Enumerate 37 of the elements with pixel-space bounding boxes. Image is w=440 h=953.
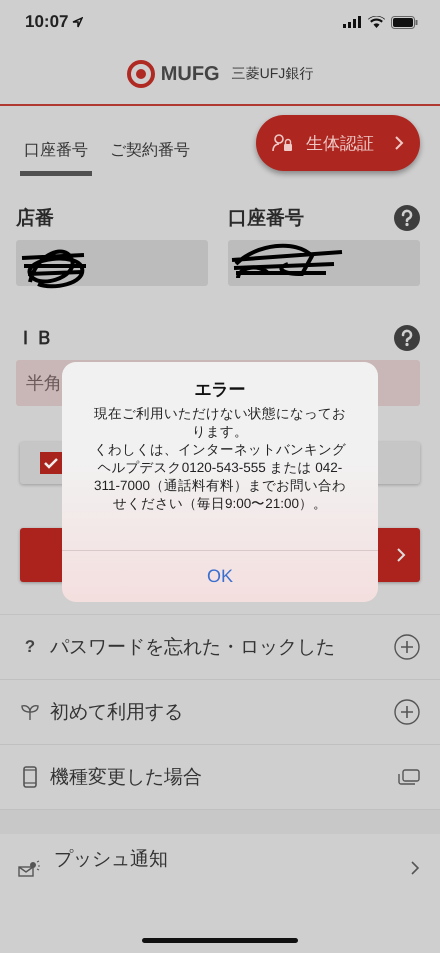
menu-label: パスワードを忘れた・ロックした <box>50 636 336 660</box>
mail-bell-icon <box>18 860 40 878</box>
ok-button[interactable]: OK <box>62 550 378 602</box>
alert-message: 現在ご利用いただけない状態になっております。 <box>93 405 347 441</box>
phone-icon <box>23 766 37 788</box>
plus-circle-icon <box>394 699 420 725</box>
logo-text: MUFG <box>160 62 220 86</box>
help-icon[interactable] <box>394 205 420 231</box>
sprout-icon <box>20 703 40 721</box>
alert-title: エラー <box>194 379 246 401</box>
field-label: ＩＢ <box>16 327 54 351</box>
help-icon[interactable] <box>394 325 420 351</box>
tab[interactable]: 口座番号 <box>20 132 92 176</box>
signal-icon <box>343 16 362 28</box>
chevron-right-icon <box>394 135 404 151</box>
tab[interactable]: ご契約番号 <box>106 132 194 176</box>
alert-message: くわしくは、インターネットバンキングヘルプデスク0120-543-555 または 042-311-7000（通話料有料）までお問い合わせください（毎日9:00〜21:00）。 <box>92 441 348 513</box>
biometric-button[interactable]: 生体認証 <box>256 115 420 171</box>
person-lock-icon <box>272 134 294 152</box>
location-arrow-icon <box>72 16 84 28</box>
chevron-right-icon <box>396 547 406 563</box>
plus-circle-icon <box>394 634 420 660</box>
field-label: 店番 <box>16 206 54 231</box>
windows-icon <box>398 769 420 785</box>
check-icon <box>44 457 58 469</box>
question-mark-icon: ? <box>24 637 36 657</box>
checkbox[interactable] <box>40 452 62 474</box>
wifi-icon <box>368 16 385 28</box>
chevron-right-icon <box>410 860 420 876</box>
menu-label: 機種変更した場合 <box>50 766 203 790</box>
menu-label: 初めて利用する <box>50 701 184 725</box>
battery-icon <box>391 16 418 28</box>
bank-name: 三菱UFJ銀行 <box>232 65 314 83</box>
menu-label: プッシュ通知 <box>54 848 169 872</box>
logo-icon <box>126 60 155 88</box>
field-label: 口座番号 <box>228 206 304 231</box>
status-time: 10:07 <box>25 12 68 32</box>
